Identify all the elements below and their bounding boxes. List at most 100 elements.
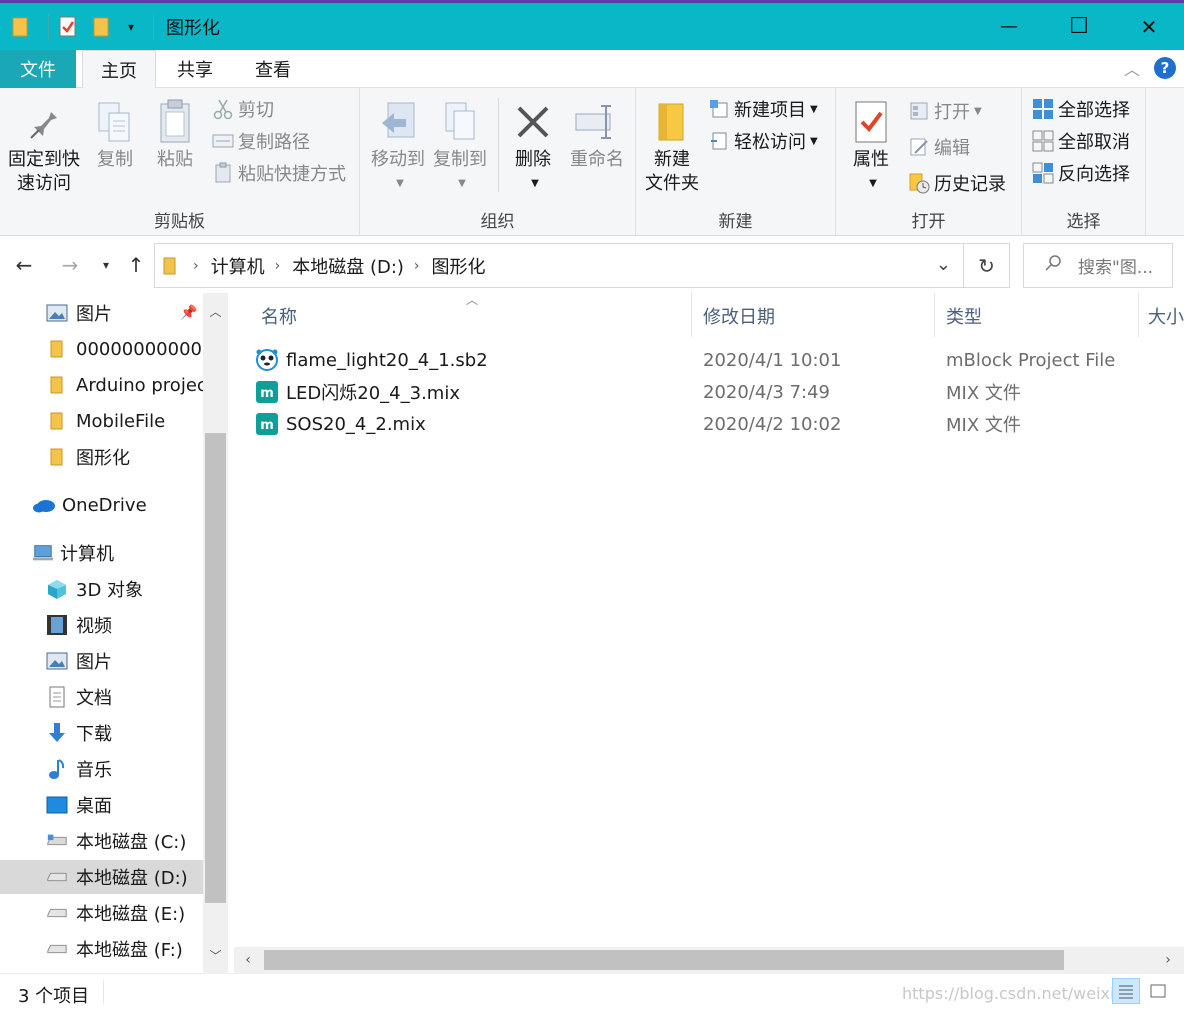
move-to-button[interactable]: 移动到 ▼ [368, 96, 428, 196]
help-icon[interactable]: ? [1154, 57, 1176, 79]
breadcrumb-chevron-icon[interactable]: › [275, 258, 281, 274]
copy-icon [88, 96, 142, 148]
nav-item-downloads[interactable]: 下载 [46, 716, 112, 750]
pin-icon[interactable]: 📌 [180, 305, 197, 321]
up-arrow-icon[interactable]: ↑ [122, 251, 150, 279]
new-folder-icon[interactable] [89, 12, 115, 42]
organize-group: 移动到 ▼ 复制到 ▼ 删除 ▼ 重命名 组织 [360, 88, 636, 236]
nav-item-label: 计算机 [60, 544, 114, 565]
videos-icon [46, 614, 68, 636]
horizontal-scrollbar[interactable]: ‹ › [234, 947, 1184, 973]
nav-item-drive-f[interactable]: 本地磁盘 (F:) [46, 932, 183, 966]
nav-item-folder-tuxinghua[interactable]: 图形化 [46, 440, 130, 474]
nav-item-drive-e[interactable]: 本地磁盘 (E:) [46, 896, 185, 930]
properties-check-icon[interactable] [55, 12, 81, 42]
column-header-type[interactable]: 类型 [946, 303, 982, 329]
details-view-icon[interactable] [1112, 978, 1140, 1004]
breadcrumb-item-drive-d[interactable]: 本地磁盘 (D:) [292, 253, 404, 279]
delete-button[interactable]: 删除 ▼ [506, 96, 560, 196]
tab-home[interactable]: 主页 [82, 50, 156, 89]
toolbar-divider [153, 13, 154, 40]
copy-path-button[interactable]: 复制路径 [212, 126, 310, 156]
scroll-left-icon[interactable]: ‹ [236, 947, 260, 973]
properties-button[interactable]: 属性 ▼ [844, 96, 898, 196]
nav-item-pictures-pinned[interactable]: 图片 📌 [46, 296, 204, 330]
pin-to-quick-access-button[interactable]: 固定到快 速访问 [4, 96, 84, 196]
back-arrow-icon[interactable]: ← [10, 251, 38, 279]
easy-access-dropdown-icon: ▼ [810, 135, 818, 147]
folder-icon [46, 338, 68, 360]
nav-item-documents[interactable]: 文档 [46, 680, 112, 714]
easy-access-button[interactable]: 轻松访问 ▼ [708, 126, 818, 156]
scroll-up-icon[interactable]: ︿ [203, 299, 228, 323]
breadcrumb-chevron-icon[interactable]: › [193, 258, 199, 274]
nav-scrollbar-thumb[interactable] [205, 433, 226, 903]
copy-to-button[interactable]: 复制到 ▼ [430, 96, 490, 196]
tab-file[interactable]: 文件 [0, 50, 76, 88]
recent-locations-chevron-icon[interactable]: ▾ [92, 251, 120, 279]
nav-item-drive-d[interactable]: 本地磁盘 (D:) [0, 860, 203, 894]
nav-scrollbar[interactable]: ︿ ﹀ [203, 293, 228, 973]
tab-share[interactable]: 共享 [158, 50, 232, 88]
nav-item-computer[interactable]: 计算机 [32, 536, 114, 570]
horizontal-scrollbar-thumb[interactable] [264, 950, 1064, 970]
tab-view[interactable]: 查看 [236, 50, 310, 88]
select-none-button[interactable]: 全部取消 [1032, 126, 1130, 156]
address-bar[interactable]: › 计算机 › 本地磁盘 (D:) › 图形化 ⌄ [154, 243, 964, 288]
column-header-size[interactable]: 大小 [1148, 303, 1184, 329]
nav-item-folder-mobilefile[interactable]: MobileFile [46, 404, 165, 438]
breadcrumb-item-computer[interactable]: 计算机 [211, 253, 265, 279]
nav-item-folder-arduino[interactable]: Arduino projec [46, 368, 207, 402]
cut-button[interactable]: 剪切 [212, 94, 274, 124]
breadcrumb-chevron-icon[interactable]: › [414, 258, 420, 274]
paste-shortcut-button[interactable]: 粘贴快捷方式 [212, 158, 346, 188]
nav-item-pictures[interactable]: 图片 [46, 644, 112, 678]
new-item-button[interactable]: 新建项目 ▼ [708, 94, 818, 124]
window-title: 图形化 [166, 17, 220, 39]
nav-item-label: 下载 [76, 724, 112, 745]
nav-item-desktop[interactable]: 桌面 [46, 788, 112, 822]
nav-item-music[interactable]: 音乐 [46, 752, 112, 786]
invert-selection-button[interactable]: 反向选择 [1032, 158, 1130, 188]
nav-item-label: 视频 [76, 616, 112, 637]
folder-icon[interactable] [8, 12, 34, 42]
scroll-right-icon[interactable]: › [1156, 947, 1180, 973]
nav-item-3d-objects[interactable]: 3D 对象 [46, 572, 143, 606]
large-icons-view-icon[interactable] [1144, 978, 1172, 1004]
column-headers: ︿ 名称 修改日期 类型 大小 [234, 293, 1184, 337]
history-button[interactable]: 历史记录 [908, 168, 1006, 198]
copy-button[interactable]: 复制 [88, 96, 142, 172]
scissors-icon [212, 98, 234, 120]
nav-item-label: 本地磁盘 (E:) [76, 904, 186, 925]
column-header-date[interactable]: 修改日期 [703, 303, 775, 329]
customize-dropdown-icon[interactable]: ▾ [123, 12, 139, 42]
nav-item-drive-c[interactable]: 本地磁盘 (C:) [46, 824, 186, 858]
paste-button[interactable]: 粘贴 [148, 96, 202, 172]
address-dropdown-chevron-icon[interactable]: ⌄ [936, 254, 951, 275]
file-row[interactable]: m SOS20_4_2.mix 2020/4/2 10:02 MIX 文件 [254, 408, 1184, 440]
nav-item-folder-000[interactable]: 000000000000 [46, 332, 213, 366]
forward-arrow-icon[interactable]: → [56, 251, 84, 279]
file-row[interactable]: flame_light20_4_1.sb2 2020/4/1 10:01 mBl… [254, 344, 1184, 376]
open-button[interactable]: 打开 ▼ [908, 96, 982, 126]
file-row[interactable]: m LED闪烁20_4_3.mix 2020/4/3 7:49 MIX 文件 [254, 376, 1184, 408]
column-divider[interactable] [934, 293, 935, 337]
breadcrumb-item-folder[interactable]: 图形化 [432, 253, 486, 279]
nav-item-videos[interactable]: 视频 [46, 608, 112, 642]
select-all-button[interactable]: 全部选择 [1032, 94, 1130, 124]
new-folder-button[interactable]: 新建 文件夹 [642, 96, 702, 196]
collapse-ribbon-icon[interactable]: ︿ [1124, 56, 1140, 80]
column-header-name[interactable]: 名称 [261, 303, 297, 329]
edit-button[interactable]: 编辑 [908, 132, 970, 162]
column-divider[interactable] [1138, 293, 1139, 337]
nav-item-onedrive[interactable]: OneDrive [32, 488, 147, 522]
refresh-icon[interactable]: ↻ [964, 243, 1010, 288]
scroll-down-icon[interactable]: ﹀ [203, 943, 228, 967]
minimize-button[interactable]: — [974, 3, 1044, 50]
properties-label: 属性 [853, 149, 889, 170]
column-divider[interactable] [691, 293, 692, 337]
close-button[interactable]: ✕ [1114, 3, 1184, 50]
rename-button[interactable]: 重命名 [564, 96, 630, 172]
search-input[interactable]: 搜索"图... [1023, 243, 1173, 288]
maximize-button[interactable]: ☐ [1044, 3, 1114, 50]
